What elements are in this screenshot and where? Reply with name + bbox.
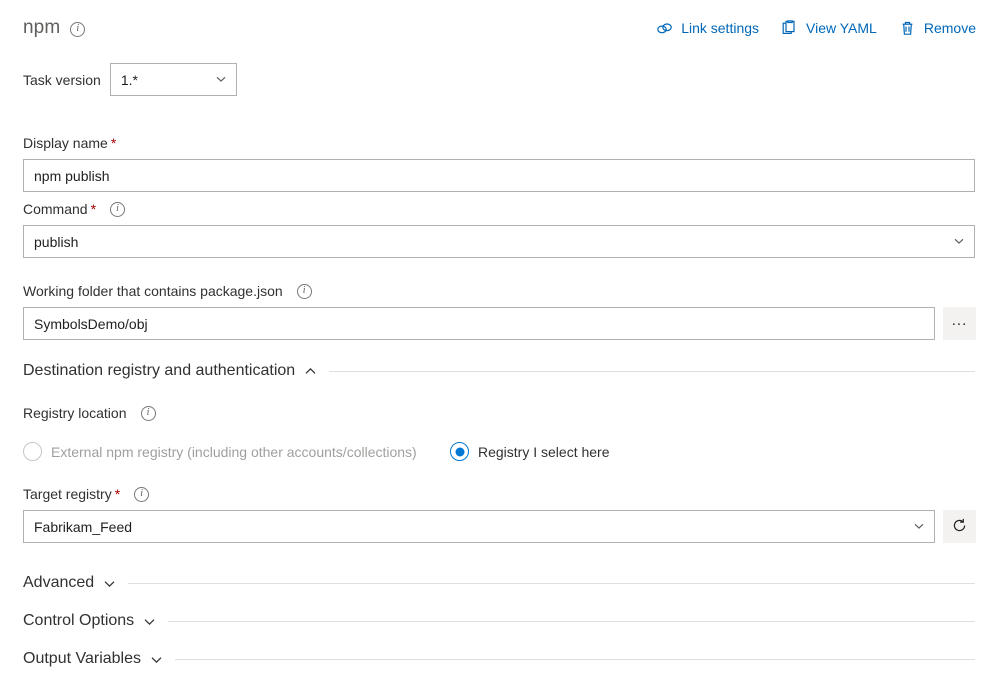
radio-external-npm-registry[interactable]: External npm registry (including other a… <box>23 442 450 461</box>
page-title: npm <box>23 17 60 39</box>
header-actions: Link settings View YAML <box>656 20 976 37</box>
target-registry-select[interactable]: Fabrikam_Feed <box>23 510 935 543</box>
task-version-value: 1.* <box>121 72 138 88</box>
radio-external-label: External npm registry (including other a… <box>51 444 417 460</box>
command-field: Command * i publish <box>23 200 975 258</box>
link-settings-button[interactable]: Link settings <box>656 20 759 37</box>
radio-indicator-unchecked <box>23 442 42 461</box>
task-version-row: Task version 1.* <box>23 63 237 96</box>
remove-button[interactable]: Remove <box>899 20 976 37</box>
working-folder-row: ... <box>23 307 976 340</box>
chevron-down-icon <box>953 234 965 250</box>
registry-location-label: Registry location i <box>23 404 156 422</box>
display-name-field: Display name * <box>23 134 975 192</box>
info-icon[interactable]: i <box>70 22 85 37</box>
working-folder-field: Working folder that contains package.jso… <box>23 282 976 340</box>
chevron-down-icon <box>913 519 925 535</box>
link-settings-label: Link settings <box>681 20 759 36</box>
chevron-down-icon <box>150 653 163 666</box>
working-folder-label-text: Working folder that contains package.jso… <box>23 282 283 300</box>
target-registry-label: Target registry * i <box>23 485 976 503</box>
refresh-registry-button[interactable] <box>943 510 976 543</box>
section-advanced[interactable]: Advanced <box>23 574 975 592</box>
command-select[interactable]: publish <box>23 225 975 258</box>
target-registry-field: Target registry * i Fabrikam_Feed <box>23 485 976 543</box>
browse-folder-button[interactable]: ... <box>943 307 976 340</box>
clipboard-icon <box>781 20 798 37</box>
section-advanced-title: Advanced <box>23 574 94 592</box>
section-divider <box>168 621 975 622</box>
view-yaml-label: View YAML <box>806 20 877 36</box>
chevron-down-icon <box>103 577 116 590</box>
task-version-label: Task version <box>23 72 101 88</box>
target-registry-row: Fabrikam_Feed <box>23 510 976 543</box>
ellipsis-icon: ... <box>952 313 968 328</box>
display-name-input[interactable] <box>23 159 975 192</box>
link-icon <box>656 20 673 37</box>
view-yaml-button[interactable]: View YAML <box>781 20 877 37</box>
trash-icon <box>899 20 916 37</box>
display-name-label-text: Display name <box>23 134 108 152</box>
radio-indicator-checked <box>450 442 469 461</box>
remove-label: Remove <box>924 20 976 36</box>
command-label-text: Command <box>23 200 88 218</box>
task-header: npm i Link settings <box>0 0 995 56</box>
info-icon[interactable]: i <box>141 406 156 421</box>
working-folder-label: Working folder that contains package.jso… <box>23 282 976 300</box>
chevron-down-icon <box>215 72 227 88</box>
radio-select-here-label: Registry I select here <box>478 444 610 460</box>
target-registry-value: Fabrikam_Feed <box>34 519 132 535</box>
section-output-variables[interactable]: Output Variables <box>23 650 975 668</box>
required-marker: * <box>91 200 96 218</box>
info-icon[interactable]: i <box>134 487 149 502</box>
section-divider <box>175 659 975 660</box>
command-label: Command * i <box>23 200 975 218</box>
section-divider <box>329 371 975 372</box>
command-value: publish <box>34 234 78 250</box>
section-control-options-title: Control Options <box>23 612 134 630</box>
registry-location-label-text: Registry location <box>23 404 127 422</box>
section-divider <box>128 583 975 584</box>
npm-task-editor: npm i Link settings <box>0 0 995 683</box>
section-output-variables-title: Output Variables <box>23 650 141 668</box>
radio-registry-i-select-here[interactable]: Registry I select here <box>450 442 610 461</box>
task-version-select[interactable]: 1.* <box>110 63 237 96</box>
section-destination-registry[interactable]: Destination registry and authentication <box>23 362 975 380</box>
section-destination-title: Destination registry and authentication <box>23 362 295 380</box>
info-icon[interactable]: i <box>110 202 125 217</box>
chevron-down-icon <box>143 615 156 628</box>
registry-location-radio-group: External npm registry (including other a… <box>23 442 610 461</box>
registry-location-field: Registry location i <box>23 404 156 429</box>
refresh-icon <box>951 517 968 537</box>
required-marker: * <box>115 485 120 503</box>
required-marker: * <box>111 134 116 152</box>
info-icon[interactable]: i <box>297 284 312 299</box>
working-folder-input[interactable] <box>23 307 935 340</box>
display-name-label: Display name * <box>23 134 975 152</box>
chevron-up-icon <box>304 365 317 378</box>
section-control-options[interactable]: Control Options <box>23 612 975 630</box>
target-registry-label-text: Target registry <box>23 485 112 503</box>
